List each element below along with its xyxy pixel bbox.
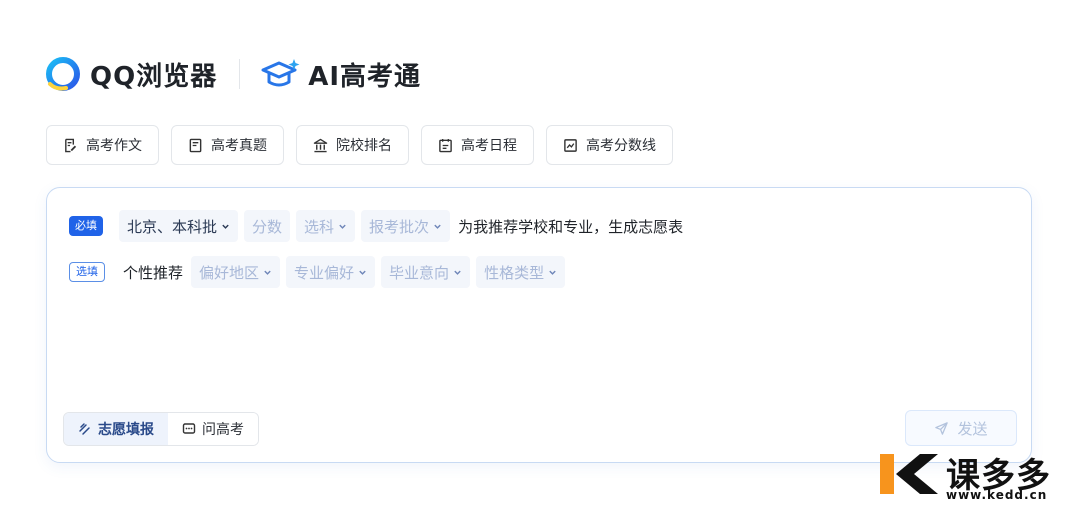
chevron-down-icon — [549, 270, 556, 275]
tab-score-lines[interactable]: 高考分数线 — [546, 125, 673, 165]
chevron-down-icon — [359, 270, 366, 275]
mode-ask-gaokao[interactable]: 问高考 — [168, 413, 258, 445]
chip-label: 北京、本科批 — [127, 217, 218, 236]
chip-label: 性格类型 — [484, 263, 545, 282]
required-suffix-text: 为我推荐学校和专业，生成志愿表 — [458, 217, 684, 236]
brand-title: QQ浏览器 — [90, 61, 218, 92]
tab-rankings[interactable]: 院校排名 — [296, 125, 409, 165]
header-divider — [239, 59, 241, 89]
mode-label: 志愿填报 — [98, 422, 154, 438]
tab-essay[interactable]: 高考作文 — [46, 125, 159, 165]
chevron-down-icon — [454, 270, 461, 275]
chip-label: 毕业意向 — [389, 263, 450, 282]
tab-label: 高考分数线 — [586, 138, 656, 154]
mode-label: 问高考 — [202, 422, 244, 438]
tab-label: 高考作文 — [86, 138, 142, 154]
send-label: 发送 — [957, 419, 988, 438]
calendar-icon — [439, 138, 452, 152]
chat-icon — [182, 423, 196, 434]
chevron-down-icon — [264, 270, 271, 275]
institution-icon — [313, 138, 328, 152]
chip-label: 选科 — [304, 217, 335, 236]
chart-icon — [564, 138, 577, 152]
required-badge: 必填 — [69, 216, 103, 236]
score-input[interactable]: 分数 — [244, 210, 291, 242]
chip-label: 分数 — [252, 217, 283, 236]
graduation-cap-icon — [261, 59, 300, 87]
watermark-url: www.kedd.cn — [946, 488, 1048, 502]
personality-type-select[interactable]: 性格类型 — [476, 256, 566, 288]
tab-past-papers[interactable]: 高考真题 — [171, 125, 284, 165]
volunteer-form-panel: 必填 北京、本科批 分数 选科 报考批次 为我推荐学校和专业，生成志愿表 选填 … — [46, 187, 1032, 463]
chevron-down-icon — [434, 224, 441, 229]
send-icon — [935, 421, 949, 435]
optional-prefix-text: 个性推荐 — [123, 263, 184, 282]
qq-browser-logo-icon — [46, 57, 80, 91]
graduation-intent-select[interactable]: 毕业意向 — [381, 256, 471, 288]
chevron-down-icon — [222, 224, 229, 229]
chevron-down-icon — [339, 224, 346, 229]
chip-label: 报考批次 — [369, 217, 430, 236]
subjects-select[interactable]: 选科 — [296, 210, 356, 242]
tab-label: 高考真题 — [211, 138, 267, 154]
chip-label: 偏好地区 — [199, 263, 260, 282]
preferred-region-select[interactable]: 偏好地区 — [191, 256, 281, 288]
document-icon — [189, 138, 202, 152]
region-batch-select[interactable]: 北京、本科批 — [119, 210, 239, 242]
application-batch-select[interactable]: 报考批次 — [361, 210, 451, 242]
mode-switch: 志愿填报 问高考 — [63, 412, 259, 446]
kedd-logo-icon — [880, 454, 938, 494]
essay-icon — [65, 138, 77, 152]
send-button[interactable]: 发送 — [905, 410, 1017, 446]
optional-badge: 选填 — [69, 262, 105, 282]
optional-row: 选填 个性推荐 偏好地区 专业偏好 毕业意向 性格类型 — [69, 256, 571, 288]
mode-volunteer-fill[interactable]: 志愿填报 — [64, 413, 168, 445]
watermark: 课多多 www.kedd.cn — [880, 448, 1080, 505]
header: QQ浏览器 AI高考通 — [46, 52, 421, 96]
tab-label: 院校排名 — [336, 138, 392, 154]
tab-schedule[interactable]: 高考日程 — [421, 125, 534, 165]
required-row: 必填 北京、本科批 分数 选科 报考批次 为我推荐学校和专业，生成志愿表 — [69, 210, 691, 242]
sparkle-icon — [79, 423, 90, 435]
major-preference-select[interactable]: 专业偏好 — [286, 256, 376, 288]
product-title: AI高考通 — [308, 61, 422, 92]
chip-label: 专业偏好 — [294, 263, 355, 282]
quick-tabs: 高考作文 高考真题 院校排名 高考日程 高考分数线 — [46, 125, 673, 165]
tab-label: 高考日程 — [461, 138, 517, 154]
